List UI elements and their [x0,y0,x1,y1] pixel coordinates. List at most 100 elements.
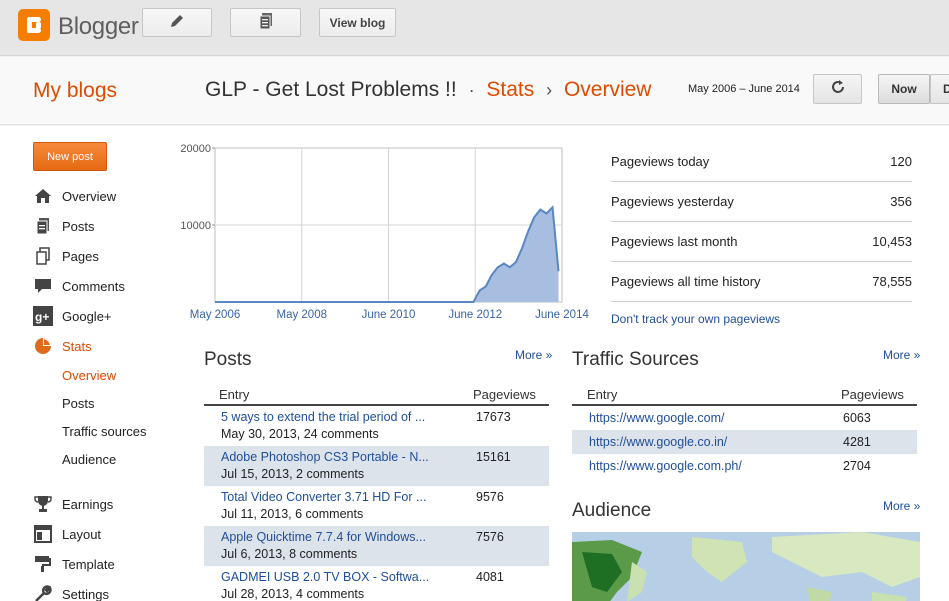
breadcrumb: GLP - Get Lost Problems !! · Stats › Ove… [205,78,651,102]
sidebar-item-posts[interactable]: Posts [33,215,95,237]
new-post-button-sidebar[interactable]: New post [33,142,107,171]
table-row: 5 ways to extend the trial period of ...… [204,406,549,446]
posts-col-pageviews: Pageviews [473,387,536,402]
sidebar-item-comments[interactable]: Comments [33,275,125,297]
table-row: Total Video Converter 3.71 HD For ... Ju… [204,486,549,526]
breadcrumb-stats[interactable]: Stats [486,78,534,101]
pageviews-chart: 20000 10000 May 2006 May 2008 June 2010 June … [170,132,600,332]
day-button[interactable]: D [930,74,949,104]
post-pageviews: 15161 [476,450,511,464]
stats-sub-audience[interactable]: Audience [62,452,116,467]
table-row: Adobe Photoshop CS3 Portable - N... Jul … [204,446,549,486]
sidebar-item-template[interactable]: Template [33,553,115,575]
posts-icon [33,216,53,236]
sidebar-item-earnings[interactable]: Earnings [33,493,113,515]
post-title-link[interactable]: GADMEI USB 2.0 TV BOX - Softwa... [221,570,443,584]
stats-sub-posts[interactable]: Posts [62,396,95,411]
layout-icon [33,524,53,544]
google-plus-icon: g+ [33,306,53,326]
pencil-icon [168,12,186,33]
post-meta: May 30, 2013, 24 comments [221,427,379,441]
chart-x-tick-label: May 2008 [276,309,327,321]
dont-track-link[interactable]: Don't track your own pageviews [611,312,780,326]
table-row: https://www.google.com/ 6063 [572,406,917,430]
stats-sub-traffic-sources[interactable]: Traffic sources [62,424,147,439]
blog-name[interactable]: GLP - Get Lost Problems !! [205,78,457,101]
sidebar-item-label: Pages [62,248,99,264]
sidebar-item-layout[interactable]: Layout [33,523,101,545]
traffic-pageviews: 6063 [843,411,871,425]
breadcrumb-arrow: › [546,80,553,100]
chart-y-tick-label: 10000 [180,220,211,232]
sidebar-item-google-plus[interactable]: g+ Google+ [33,305,112,327]
traffic-url-link[interactable]: https://www.google.co.in/ [589,435,727,449]
table-row: https://www.google.co.in/ 4281 [572,430,917,454]
stat-label: Pageviews all time history [611,274,761,289]
main-content: New post Overview Posts Pages Comments g… [0,126,949,601]
traffic-col-pageviews: Pageviews [841,387,904,402]
audience-world-map[interactable] [572,532,920,601]
sidebar-item-label: Settings [62,586,109,601]
svg-text:g+: g+ [35,310,49,324]
stat-value: 120 [890,154,912,169]
view-blog-button[interactable]: View blog [319,8,396,37]
sidebar-item-label: Posts [62,218,95,234]
template-icon [33,554,53,574]
post-title-link[interactable]: Adobe Photoshop CS3 Portable - N... [221,450,443,464]
posts-list-button[interactable] [230,8,301,37]
audience-more-link[interactable]: More » [883,499,920,513]
sidebar-item-pages[interactable]: Pages [33,245,99,267]
stat-label: Pageviews today [611,154,710,169]
posts-more-link[interactable]: More » [515,348,552,362]
refresh-button[interactable] [813,74,862,104]
post-title-link[interactable]: Apple Quicktime 7.7.4 for Windows... [221,530,443,544]
traffic-more-link[interactable]: More » [883,348,920,362]
traffic-url-link[interactable]: https://www.google.com/ [589,411,724,425]
comments-icon [33,276,53,296]
post-meta: Jul 28, 2013, 4 comments [221,587,365,601]
post-meta: Jul 15, 2013, 2 comments [221,467,365,481]
stat-row-today: Pageviews today 120 [611,142,912,182]
sidebar-item-overview[interactable]: Overview [33,185,116,207]
sidebar-item-label: Stats [62,338,92,354]
new-post-button[interactable] [142,8,212,37]
document-icon [258,12,274,33]
world-map-icon [572,532,920,601]
traffic-pageviews: 2704 [843,459,871,473]
traffic-col-entry: Entry [587,387,618,402]
breadcrumb-dot: · [468,80,475,100]
chart-x-tick-label: June 2010 [362,309,416,321]
post-pageviews: 17673 [476,410,511,424]
post-meta: Jul 11, 2013, 6 comments [221,507,364,521]
pages-icon [33,246,53,266]
app-name: Blogger [58,13,139,40]
post-title-link[interactable]: 5 ways to extend the trial period of ... [221,410,443,424]
stat-value: 78,555 [872,274,912,289]
traffic-table-header: Entry Pageviews [572,382,917,406]
sidebar-item-label: Google+ [62,308,112,324]
sidebar-item-label: Comments [62,278,125,294]
sidebar-item-label: Overview [62,188,117,204]
breadcrumb-overview: Overview [563,78,652,101]
stat-label: Pageviews yesterday [611,194,734,209]
traffic-url-link[interactable]: https://www.google.com.ph/ [589,459,742,473]
blogger-logo-icon[interactable] [18,9,50,41]
stats-sub-overview[interactable]: Overview [62,368,116,383]
post-pageviews: 9576 [476,490,504,504]
stats-icon [33,336,53,356]
chart-y-tick-label: 20000 [180,143,211,155]
stat-label: Pageviews last month [611,234,738,249]
chart-x-tick-label: June 2012 [448,309,502,321]
top-bar: Blogger View blog [0,0,949,56]
now-button[interactable]: Now [878,74,930,104]
chart-x-tick-label: June 2014 [535,309,589,321]
my-blogs-link[interactable]: My blogs [33,79,117,103]
post-title-link[interactable]: Total Video Converter 3.71 HD For ... [221,490,443,504]
sidebar-item-stats[interactable]: Stats [33,335,92,357]
table-row: https://www.google.com.ph/ 2704 [572,454,917,478]
refresh-icon [830,79,846,100]
chart-svg: 20000 10000 May 2006 May 2008 June 2010 June … [180,143,589,321]
trophy-icon [33,494,53,514]
sidebar-item-settings[interactable]: Settings [33,583,109,601]
post-pageviews: 7576 [476,530,504,544]
